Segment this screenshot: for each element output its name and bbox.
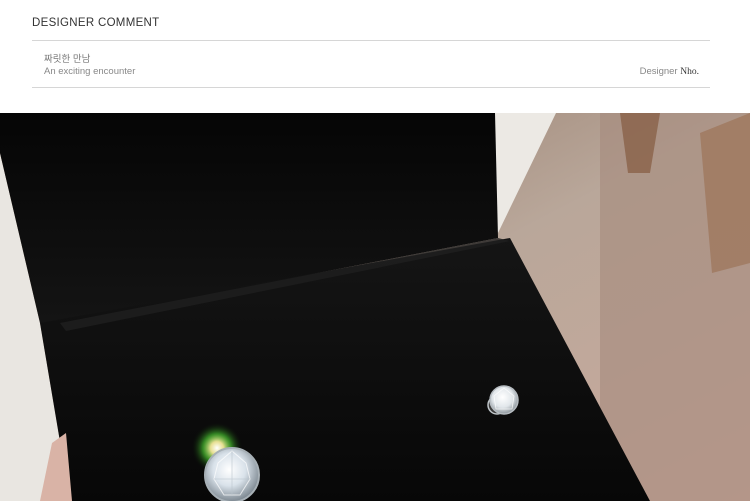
- product-photo: [0, 113, 750, 501]
- divider-bottom: [32, 87, 710, 88]
- designer-credit: Designer Nho.: [640, 66, 699, 77]
- earring-small: [489, 385, 519, 415]
- divider-top: [32, 40, 710, 41]
- comment-title-korean: 짜릿한 만남: [44, 54, 91, 65]
- comment-title-english: An exciting encounter: [44, 66, 136, 77]
- designer-prefix: Designer: [639, 66, 678, 77]
- section-heading: DESIGNER COMMENT: [32, 17, 160, 29]
- designer-comment-panel: DESIGNER COMMENT 짜릿한 만남 An exciting enco…: [0, 0, 750, 113]
- designer-name: Nho.: [680, 67, 699, 77]
